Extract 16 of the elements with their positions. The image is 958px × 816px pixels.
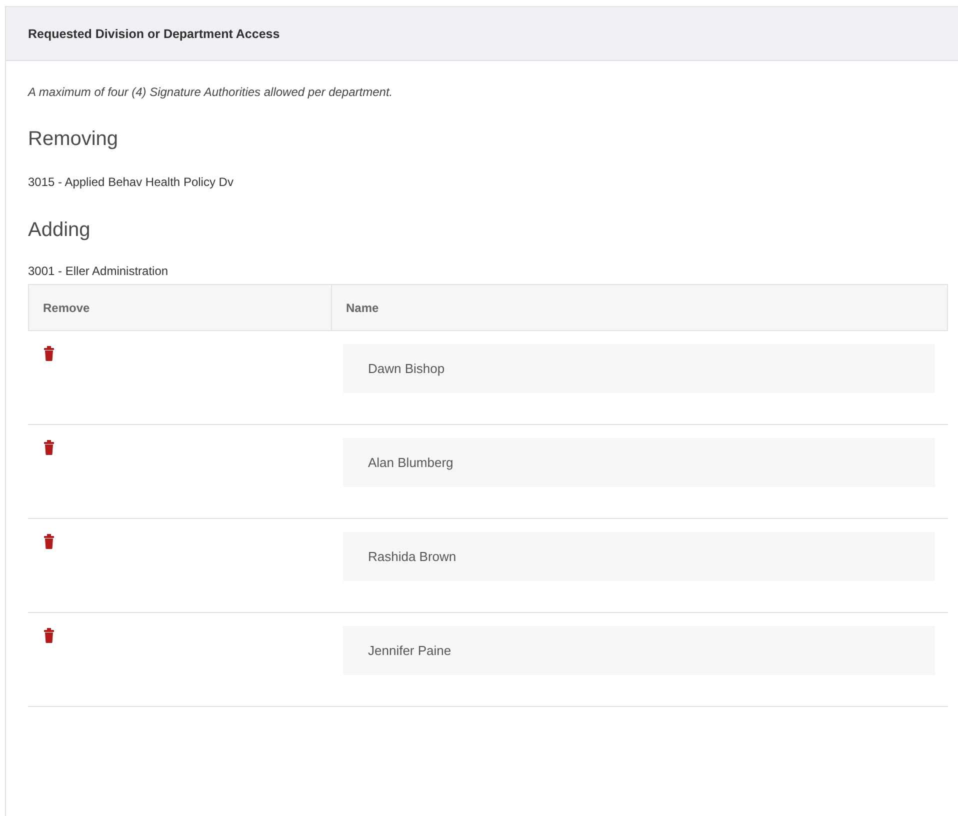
section-heading: Removing [28, 128, 120, 151]
name-field: Jennifer Paine [343, 626, 935, 675]
name-field: Alan Blumberg [343, 438, 935, 487]
note-text: A maximum of four (4) Signature Authorities allowed per department. [28, 85, 394, 99]
column-header: Remove [42, 300, 91, 316]
trash-icon[interactable] [44, 346, 54, 361]
column-header: Name [331, 285, 947, 330]
department-text: 3015 - Applied Behav Health Policy Dv [28, 175, 234, 189]
trash-icon[interactable] [44, 628, 54, 643]
name-field: Rashida Brown [343, 532, 935, 581]
panel-title: Requested Division or Department Access [28, 26, 280, 40]
name-field: Dawn Bishop [343, 344, 935, 393]
section-heading: Adding [28, 219, 92, 242]
department-text: 3001 - Eller Administration [28, 264, 170, 278]
trash-icon[interactable] [44, 440, 54, 455]
trash-icon[interactable] [44, 534, 54, 549]
